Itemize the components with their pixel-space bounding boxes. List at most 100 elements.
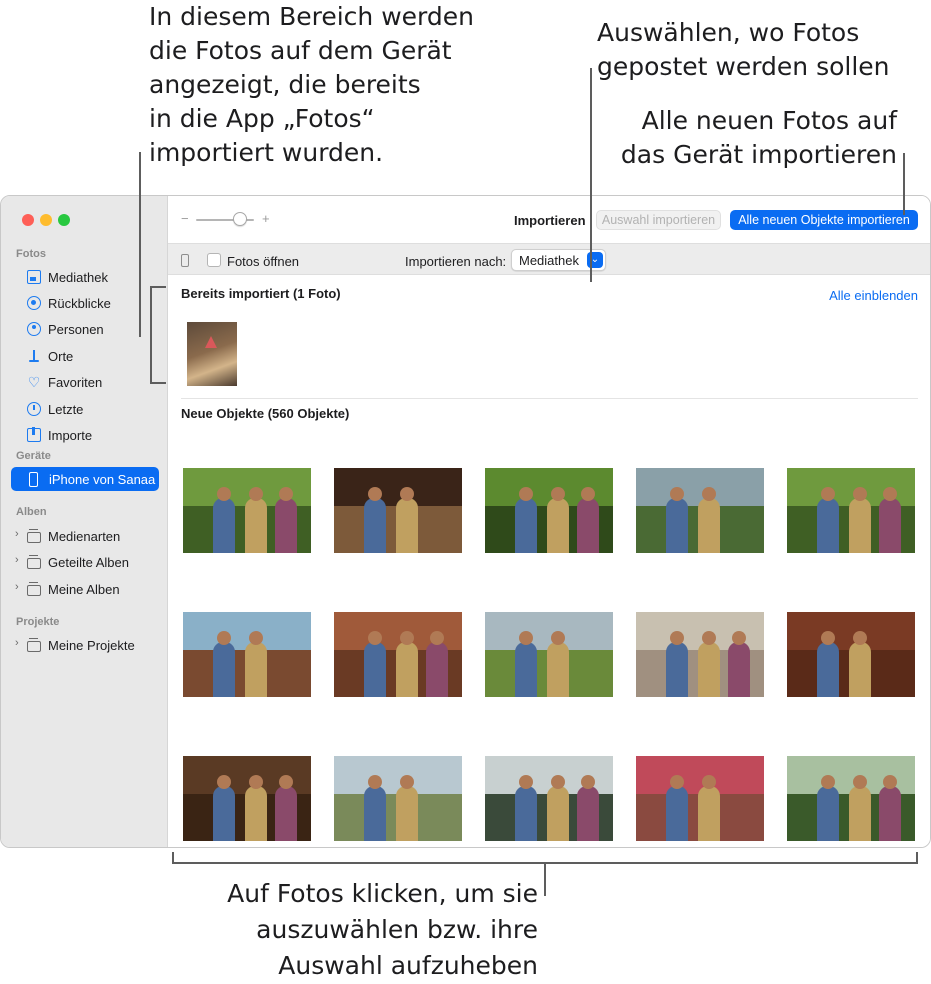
new-items-heading: Neue Objekte (560 Objekte) [181, 406, 350, 421]
sidebar-item-label: Personen [48, 321, 104, 337]
sidebar-item-label: Favoriten [48, 374, 103, 390]
callout-imported-area: In diesem Bereich werden die Fotos auf d… [149, 2, 474, 167]
import-all-new-button[interactable]: Alle neuen Objekte importieren [730, 210, 918, 230]
photo-figure-head [279, 775, 293, 789]
sidebar-item-shared-albums[interactable]: › Geteilte Alben [11, 550, 159, 574]
photo-figure-head [368, 487, 382, 501]
photo-thumbnail[interactable] [183, 756, 311, 841]
sidebar-item-people[interactable]: Personen [11, 317, 159, 341]
photo-figure-head [702, 631, 716, 645]
photo-thumbnail[interactable] [334, 756, 462, 841]
import-selection-button[interactable]: Auswahl importieren [596, 210, 721, 230]
sidebar-item-label: Meine Alben [48, 581, 120, 597]
chevron-right-icon[interactable]: › [15, 637, 19, 649]
photo-figure [213, 498, 235, 553]
sidebar-item-recents[interactable]: Letzte [11, 397, 159, 421]
photo-thumbnail[interactable] [636, 612, 764, 697]
photo-thumbnail[interactable] [485, 756, 613, 841]
sidebar-item-library[interactable]: Mediathek [11, 265, 159, 289]
minimize-window-button[interactable] [40, 214, 52, 226]
photo-thumbnail[interactable] [787, 468, 915, 553]
photo-figure [728, 642, 750, 697]
sidebar-item-imports[interactable]: Importe [11, 423, 159, 447]
sidebar-item-favorites[interactable]: ♡ Favoriten [11, 370, 159, 394]
folder-icon [27, 637, 41, 652]
photo-figure-head [368, 775, 382, 789]
chevron-right-icon[interactable]: › [15, 554, 19, 566]
zoom-window-button[interactable] [58, 214, 70, 226]
photo-figure-head [217, 631, 231, 645]
imported-photo-thumbnail[interactable] [187, 322, 237, 386]
photo-figure [213, 786, 235, 841]
photo-thumbnail[interactable] [787, 612, 915, 697]
sidebar-item-label: Orte [48, 348, 74, 364]
callout-leader-line [916, 852, 918, 864]
chevron-right-icon[interactable]: › [15, 581, 19, 593]
photo-thumbnail[interactable] [485, 612, 613, 697]
photo-figure-head [279, 487, 293, 501]
heart-icon: ♡ [27, 374, 41, 390]
import-pane: − + Importieren Auswahl importieren Alle… [168, 196, 930, 847]
sidebar-item-label: Importe [48, 427, 93, 443]
photo-figure-head [581, 775, 595, 789]
close-window-button[interactable] [22, 214, 34, 226]
sidebar-item-memories[interactable]: Rückblicke [11, 291, 159, 315]
already-imported-heading: Bereits importiert (1 Foto) [181, 286, 341, 301]
photo-figure-head [821, 775, 835, 789]
photo-figure [849, 642, 871, 697]
sidebar-item-my-projects[interactable]: › Meine Projekte [11, 633, 159, 657]
sidebar-item-label: Meine Projekte [48, 637, 135, 653]
photo-thumbnail[interactable] [636, 756, 764, 841]
callout-choose-destination: Auswählen, wo Fotos gepostet werden soll… [597, 18, 890, 81]
import-icon [27, 427, 41, 442]
open-photos-checkbox[interactable] [207, 253, 221, 267]
sidebar-item-label: Geteilte Alben [48, 554, 129, 570]
photo-figure-head [670, 631, 684, 645]
zoom-in-icon[interactable]: + [262, 211, 270, 226]
photo-thumbnail[interactable] [636, 468, 764, 553]
zoom-slider-knob[interactable] [232, 212, 247, 226]
photo-figure-head [702, 487, 716, 501]
photo-thumbnail[interactable] [334, 468, 462, 553]
photo-thumbnail[interactable] [183, 612, 311, 697]
open-photos-label: Fotos öffnen [227, 254, 300, 269]
photo-thumbnail[interactable] [787, 756, 915, 841]
photo-thumbnail[interactable] [334, 612, 462, 697]
photo-figure-head [821, 631, 835, 645]
photo-figure [245, 642, 267, 697]
zoom-out-icon[interactable]: − [181, 211, 189, 226]
folder-icon [27, 581, 41, 596]
photo-figure [577, 498, 599, 553]
sidebar-section-devices: Geräte [16, 450, 51, 462]
toolbar: − + Importieren Auswahl importieren Alle… [168, 196, 930, 243]
photo-figure [275, 498, 297, 553]
photo-figure-head [853, 631, 867, 645]
photo-figure [547, 786, 569, 841]
photo-figure [396, 498, 418, 553]
photo-figure [817, 786, 839, 841]
photo-figure-head [217, 487, 231, 501]
sidebar-item-device[interactable]: iPhone von Sanaa [11, 467, 159, 491]
folder-icon [27, 528, 41, 543]
sidebar-item-media-types[interactable]: › Medienarten [11, 524, 159, 548]
callout-import-all: Alle neuen Fotos auf das Gerät importier… [620, 106, 897, 169]
photo-figure [245, 786, 267, 841]
sidebar-section-projects: Projekte [16, 616, 60, 628]
photo-figure-head [368, 631, 382, 645]
photo-figure [547, 642, 569, 697]
photo-figure [849, 498, 871, 553]
photo-thumbnail[interactable] [183, 468, 311, 553]
callout-leader-line [150, 286, 166, 288]
photo-figure [698, 786, 720, 841]
shared-folder-icon [27, 554, 41, 569]
photo-figure [426, 642, 448, 697]
sidebar-item-label: Letzte [48, 401, 84, 417]
sidebar-item-my-albums[interactable]: › Meine Alben [11, 577, 159, 601]
photo-thumbnail[interactable] [485, 468, 613, 553]
photo-figure-head [670, 487, 684, 501]
photo-figure [879, 786, 901, 841]
photo-figure [364, 498, 386, 553]
show-all-link[interactable]: Alle einblenden [829, 288, 918, 303]
sidebar-item-places[interactable]: Orte [11, 344, 159, 368]
chevron-right-icon[interactable]: › [15, 528, 19, 540]
